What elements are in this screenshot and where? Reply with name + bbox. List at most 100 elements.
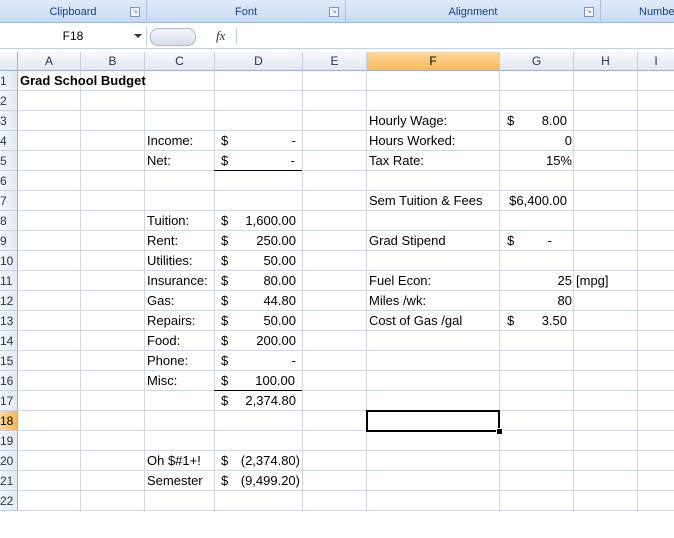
worksheet-grid[interactable]: A B C D E F G H I 1 2 3 4 5 6 7 8 9 10 1… <box>0 52 674 538</box>
fuel-econ-value-cell[interactable]: 25 <box>500 271 572 291</box>
miles-per-week-label-cell[interactable]: Miles /wk: <box>369 291 426 311</box>
column-header-a[interactable]: A <box>18 52 81 71</box>
dialog-launcher-icon[interactable]: ↘ <box>130 7 140 17</box>
fuel-econ-label-cell[interactable]: Fuel Econ: <box>369 271 431 291</box>
column-header-h[interactable]: H <box>574 52 638 71</box>
column-header-d[interactable]: D <box>215 52 303 71</box>
gridline <box>18 190 674 191</box>
expense-label-cell[interactable]: Insurance: <box>147 271 208 291</box>
expense-label-cell[interactable]: Utilities: <box>147 251 193 271</box>
hourly-wage-label-cell[interactable]: Hourly Wage: <box>369 111 447 131</box>
dialog-launcher-icon[interactable]: ↘ <box>584 7 594 17</box>
row-header[interactable]: 19 <box>0 431 18 451</box>
row-header[interactable]: 8 <box>0 211 18 231</box>
gridline <box>18 250 674 251</box>
column-header-i[interactable]: I <box>638 52 674 71</box>
column-header-g[interactable]: G <box>500 52 574 71</box>
expense-label-cell[interactable]: Repairs: <box>147 311 195 331</box>
tax-rate-value-cell[interactable]: 15% <box>500 151 572 171</box>
oh-label-cell[interactable]: Oh $#1+! <box>147 451 201 471</box>
semester-value-cell[interactable]: (9,499.20) <box>215 471 300 491</box>
column-header-f[interactable]: F <box>367 52 500 71</box>
hourly-wage-value-cell[interactable]: 8.00 <box>500 111 567 131</box>
row-header[interactable]: 11 <box>0 271 18 291</box>
income-value-cell[interactable]: - <box>215 131 296 151</box>
ribbon-group-clipboard[interactable]: Clipboard ↘ <box>0 0 147 21</box>
grad-stipend-value-cell[interactable]: - <box>500 231 552 251</box>
row-header[interactable]: 20 <box>0 451 18 471</box>
expense-label-cell[interactable]: Gas: <box>147 291 174 311</box>
column-header-c[interactable]: C <box>145 52 215 71</box>
expense-label-cell[interactable]: Tuition: <box>147 211 189 231</box>
tuition-fees-label-cell[interactable]: Sem Tuition & Fees <box>369 191 482 211</box>
expense-value-cell[interactable]: 50.00 <box>215 251 296 271</box>
gas-cost-value-cell[interactable]: 3.50 <box>500 311 567 331</box>
hours-worked-label-cell[interactable]: Hours Worked: <box>369 131 455 151</box>
tuition-fees-value-cell[interactable]: $6,400.00 <box>500 191 567 211</box>
row-header[interactable]: 21 <box>0 471 18 491</box>
expense-label-cell[interactable]: Misc: <box>147 371 177 391</box>
oh-value-cell[interactable]: (2,374.80) <box>215 451 300 471</box>
hours-worked-value-cell[interactable]: 0 <box>500 131 572 151</box>
gas-cost-label-cell[interactable]: Cost of Gas /gal <box>369 311 462 331</box>
name-box-dropdown-icon[interactable] <box>134 34 142 38</box>
fuel-econ-unit-cell[interactable]: [mpg] <box>576 271 609 291</box>
gridline <box>18 470 674 471</box>
expense-label-cell[interactable]: Food: <box>147 331 180 351</box>
sheet-title-cell[interactable]: Grad School Budget <box>20 71 146 91</box>
expense-value-cell[interactable]: 80.00 <box>215 271 296 291</box>
formula-bar-resize-handle[interactable] <box>150 28 196 46</box>
active-cell-f18[interactable] <box>366 410 500 432</box>
gridline <box>18 170 674 171</box>
expense-value-cell[interactable]: - <box>215 351 296 371</box>
expense-value-cell[interactable]: $ 100.00 <box>214 371 302 391</box>
net-value-cell[interactable]: $ - <box>214 151 302 171</box>
expense-value-cell[interactable]: 50.00 <box>215 311 296 331</box>
row-header[interactable]: 4 <box>0 131 18 151</box>
column-header-b[interactable]: B <box>81 52 145 71</box>
formula-input[interactable] <box>236 27 673 45</box>
row-header[interactable]: 3 <box>0 111 18 131</box>
expense-value-cell[interactable]: 1,600.00 <box>215 211 296 231</box>
row-header[interactable]: 1 <box>0 71 18 91</box>
gridline <box>18 150 674 151</box>
tax-rate-label-cell[interactable]: Tax Rate: <box>369 151 424 171</box>
income-label-cell[interactable]: Income: <box>147 131 193 151</box>
column-header-e[interactable]: E <box>303 52 367 71</box>
row-header[interactable]: 7 <box>0 191 18 211</box>
row-header[interactable]: 22 <box>0 491 18 511</box>
row-header-selected[interactable]: 18 <box>0 411 18 431</box>
ribbon-group-number[interactable]: Numbe <box>601 0 674 21</box>
row-header[interactable]: 17 <box>0 391 18 411</box>
fill-handle[interactable] <box>496 428 503 435</box>
expense-value-cell[interactable]: 250.00 <box>215 231 296 251</box>
ribbon-group-font[interactable]: Font ↘ <box>147 0 346 21</box>
row-header[interactable]: 15 <box>0 351 18 371</box>
miles-per-week-value-cell[interactable]: 80 <box>500 291 572 311</box>
net-label-cell[interactable]: Net: <box>147 151 171 171</box>
row-header[interactable]: 6 <box>0 171 18 191</box>
insert-function-icon[interactable]: fx <box>216 28 225 44</box>
ribbon-group-alignment[interactable]: Alignment ↘ <box>346 0 601 21</box>
select-all-corner[interactable] <box>0 52 18 71</box>
row-header[interactable]: 16 <box>0 371 18 391</box>
gridline <box>18 310 674 311</box>
row-header[interactable]: 10 <box>0 251 18 271</box>
gridline <box>637 71 638 512</box>
expense-label-cell[interactable]: Rent: <box>147 231 178 251</box>
grad-stipend-label-cell[interactable]: Grad Stipend <box>369 231 446 251</box>
gridline <box>144 71 145 512</box>
expense-value-cell[interactable]: 200.00 <box>215 331 296 351</box>
expense-value-cell[interactable]: 44.80 <box>215 291 296 311</box>
row-header[interactable]: 9 <box>0 231 18 251</box>
row-header[interactable]: 14 <box>0 331 18 351</box>
name-box[interactable]: F18 <box>0 27 147 46</box>
total-value-cell[interactable]: 2,374.80 <box>215 391 296 411</box>
expense-label-cell[interactable]: Phone: <box>147 351 188 371</box>
row-header[interactable]: 12 <box>0 291 18 311</box>
row-header[interactable]: 2 <box>0 91 18 111</box>
row-header[interactable]: 13 <box>0 311 18 331</box>
row-header[interactable]: 5 <box>0 151 18 171</box>
semester-label-cell[interactable]: Semester <box>147 471 203 491</box>
dialog-launcher-icon[interactable]: ↘ <box>329 7 339 17</box>
